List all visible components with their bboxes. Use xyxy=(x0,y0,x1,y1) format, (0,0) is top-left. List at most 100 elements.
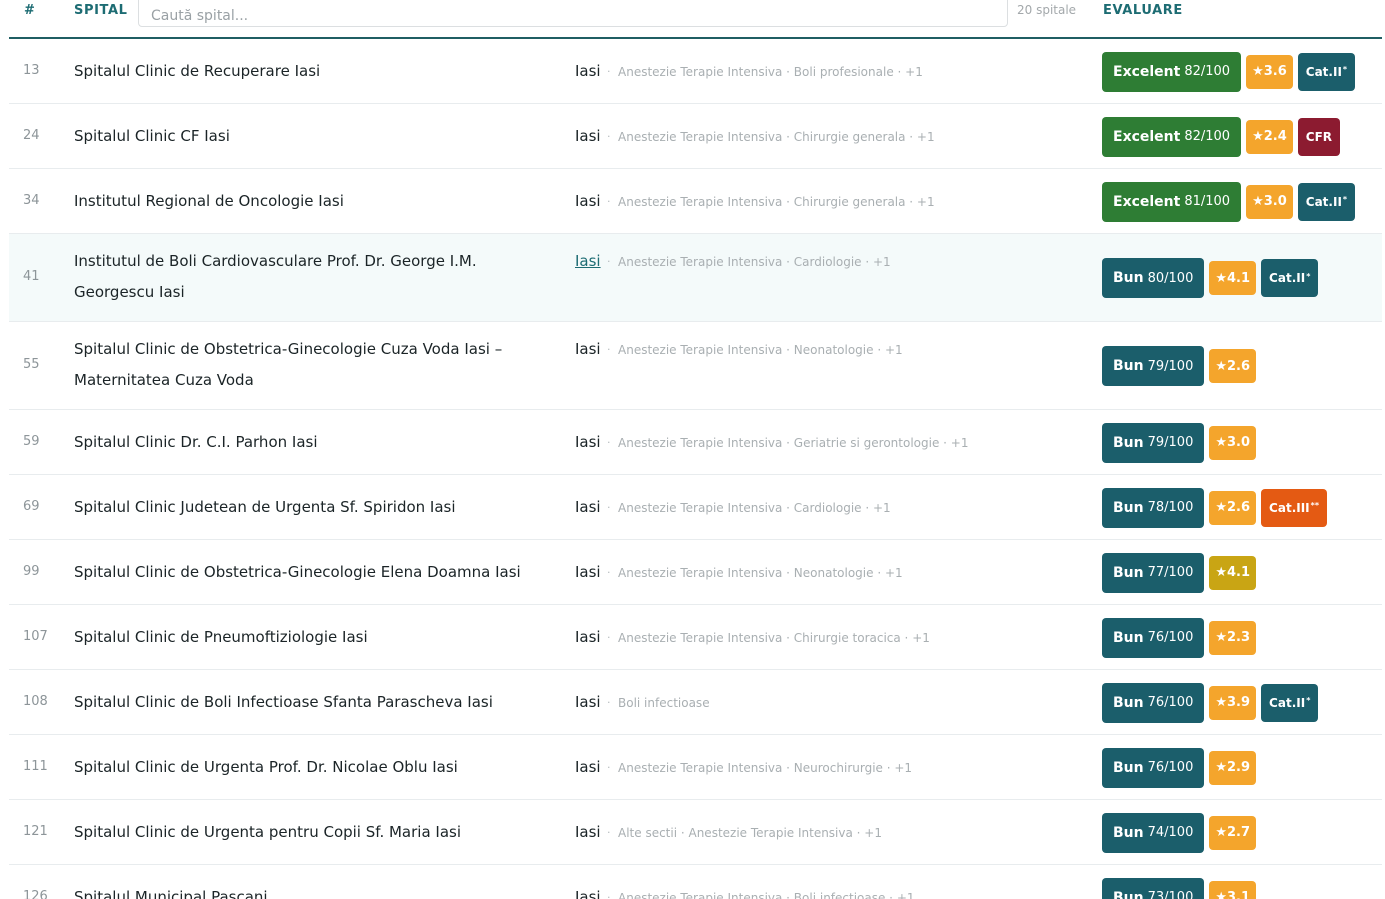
rating-badge: ★3.9 xyxy=(1209,685,1257,720)
separator-dot: · xyxy=(607,129,611,143)
score-badge[interactable]: Bun 80/100 xyxy=(1102,258,1205,298)
hospital-table: # SPITAL 20 spitale EVALUARE 13 Spitalul … xyxy=(9,0,1382,899)
score-value: 80/100 xyxy=(1147,270,1194,286)
category-label: Cat.II xyxy=(1305,194,1342,209)
category-label: Cat.III xyxy=(1269,500,1310,515)
separator-dot: · xyxy=(607,890,611,899)
hospital-city: Iasi xyxy=(575,627,601,646)
hospital-name[interactable]: Spitalul Clinic de Recuperare Iasi xyxy=(74,56,544,87)
category-badge: Cat.II * xyxy=(1297,182,1356,221)
rating-badge: ★4.1 xyxy=(1209,261,1257,295)
rating-badge: ★2.9 xyxy=(1209,750,1257,785)
table-row[interactable]: 69 Spitalul Clinic Judetean de Urgenta Sf… xyxy=(9,475,1382,540)
rating-badge: ★3.0 xyxy=(1209,425,1257,460)
column-header-spital[interactable]: SPITAL xyxy=(74,3,128,18)
score-label: Bun xyxy=(1113,824,1144,841)
score-badge[interactable]: Bun 79/100 xyxy=(1102,422,1205,463)
evaluation-badges: Excelent 82/100 ★3.6 Cat.II * xyxy=(1102,51,1356,93)
category-badge: Cat.II * xyxy=(1297,52,1356,91)
hospital-name[interactable]: Institutul de Boli Cardiovasculare Prof.… xyxy=(74,246,544,308)
score-value: 76/100 xyxy=(1147,760,1194,775)
rating-badge: ★4.1 xyxy=(1209,555,1257,590)
hospital-city: Iasi xyxy=(575,126,601,145)
score-badge[interactable]: Bun 76/100 xyxy=(1102,617,1205,658)
evaluation-badges: Bun 76/100 ★2.3 xyxy=(1102,617,1257,659)
table-row[interactable]: 107 Spitalul Clinic de Pneumoftiziologie … xyxy=(9,605,1382,670)
separator-dot: · xyxy=(607,64,611,78)
score-badge[interactable]: Excelent 82/100 xyxy=(1102,51,1242,92)
row-rank: 69 xyxy=(23,498,40,514)
table-row[interactable]: 24 Spitalul Clinic CF Iasi Iasi · Anestezie … xyxy=(9,104,1382,169)
hospital-name[interactable]: Spitalul Clinic de Boli Infectioase Sfan… xyxy=(74,687,544,718)
hospital-city: Iasi xyxy=(575,340,601,358)
hospital-name[interactable]: Institutul Regional de Oncologie Iasi xyxy=(74,186,544,217)
row-rank: 24 xyxy=(23,127,40,143)
specialties-list: Anestezie Terapie Intensiva · Boli infec… xyxy=(618,890,915,899)
specialties-list: Alte sectii · Anestezie Terapie Intensiv… xyxy=(618,825,882,840)
score-badge[interactable]: Bun 76/100 xyxy=(1102,682,1205,723)
hospital-city: Iasi xyxy=(575,887,601,899)
hospital-name[interactable]: Spitalul Municipal Pascani xyxy=(74,882,544,899)
evaluation-badges: Bun 77/100 ★4.1 xyxy=(1102,552,1257,594)
score-badge[interactable]: Bun 78/100 xyxy=(1102,487,1205,528)
table-row[interactable]: 111 Spitalul Clinic de Urgenta Prof. Dr. … xyxy=(9,735,1382,800)
score-badge[interactable]: Bun 74/100 xyxy=(1102,812,1205,853)
score-value: 82/100 xyxy=(1184,129,1231,144)
specialties-list: Anestezie Terapie Intensiva · Cardiologi… xyxy=(618,500,891,515)
hospital-city: Iasi xyxy=(575,757,601,776)
search-box[interactable] xyxy=(138,0,1008,28)
score-value: 77/100 xyxy=(1147,565,1194,580)
rating-badge: ★3.1 xyxy=(1209,880,1257,899)
score-badge[interactable]: Excelent 82/100 xyxy=(1102,116,1242,157)
separator-dot: · xyxy=(607,630,611,644)
score-badge[interactable]: Bun 79/100 xyxy=(1102,346,1205,386)
category-mark: * xyxy=(1306,696,1311,705)
row-rank: 111 xyxy=(23,758,48,774)
category-label: Cat.II xyxy=(1269,271,1306,285)
score-label: Bun xyxy=(1113,889,1144,899)
evaluation-badges: Bun 78/100 ★2.6 Cat.III ** xyxy=(1102,487,1328,529)
category-mark: * xyxy=(1342,65,1348,74)
row-rank: 99 xyxy=(23,563,40,579)
table-row[interactable]: 108 Spitalul Clinic de Boli Infectioase S… xyxy=(9,670,1382,735)
separator-dot: · xyxy=(607,695,611,709)
rating-badge: ★2.4 xyxy=(1246,119,1293,154)
score-badge[interactable]: Bun 73/100 xyxy=(1102,877,1205,899)
hospital-city: Iasi xyxy=(575,822,601,841)
table-row[interactable]: 99 Spitalul Clinic de Obstetrica-Ginecolo… xyxy=(9,540,1382,605)
hospital-name[interactable]: Spitalul Clinic de Obstetrica-Ginecologi… xyxy=(74,334,544,396)
score-badge[interactable]: Bun 76/100 xyxy=(1102,747,1205,788)
rating-badge: ★2.6 xyxy=(1209,349,1257,383)
table-row[interactable]: 121 Spitalul Clinic de Urgenta pentru Cop… xyxy=(9,800,1382,865)
row-rank: 121 xyxy=(23,823,48,839)
hospital-name[interactable]: Spitalul Clinic CF Iasi xyxy=(74,121,544,152)
separator-dot: · xyxy=(607,435,611,449)
score-badge[interactable]: Excelent 81/100 xyxy=(1102,181,1242,222)
score-value: 79/100 xyxy=(1147,435,1194,450)
table-header: # SPITAL 20 spitale EVALUARE xyxy=(9,0,1382,39)
table-row[interactable]: 13 Spitalul Clinic de Recuperare Iasi Iasi… xyxy=(9,39,1382,104)
table-row[interactable]: 55 Spitalul Clinic de Obstetrica-Ginecolo… xyxy=(9,322,1382,410)
category-mark: ** xyxy=(1310,501,1320,510)
score-value: 76/100 xyxy=(1147,630,1194,645)
column-header-evaluare[interactable]: EVALUARE xyxy=(1103,3,1183,18)
table-row[interactable]: 34 Institutul Regional de Oncologie Iasi I… xyxy=(9,169,1382,234)
score-label: Excelent xyxy=(1113,128,1181,145)
hospital-name[interactable]: Spitalul Clinic Dr. C.I. Parhon Iasi xyxy=(74,427,544,458)
hospital-city[interactable]: Iasi xyxy=(575,252,601,270)
hospital-name[interactable]: Spitalul Clinic de Urgenta Prof. Dr. Nic… xyxy=(74,752,544,783)
table-row[interactable]: 126 Spitalul Municipal Pascani Iasi · Aneste… xyxy=(9,865,1382,899)
hospital-name[interactable]: Spitalul Clinic Judetean de Urgenta Sf. … xyxy=(74,492,544,523)
score-badge[interactable]: Bun 77/100 xyxy=(1102,552,1205,593)
rating-badge: ★3.0 xyxy=(1246,184,1293,219)
hospital-name[interactable]: Spitalul Clinic de Pneumoftiziologie Ias… xyxy=(74,622,544,653)
hospital-name[interactable]: Spitalul Clinic de Obstetrica-Ginecologi… xyxy=(74,557,544,588)
search-input[interactable] xyxy=(149,4,993,28)
rating-badge: ★2.7 xyxy=(1209,815,1257,850)
table-row[interactable]: 59 Spitalul Clinic Dr. C.I. Parhon Iasi Ia… xyxy=(9,410,1382,475)
category-badge: CFR xyxy=(1297,117,1341,156)
hospital-name[interactable]: Spitalul Clinic de Urgenta pentru Copii … xyxy=(74,817,544,848)
rating-badge: ★3.6 xyxy=(1246,54,1293,89)
row-rank: 34 xyxy=(23,192,40,208)
table-row[interactable]: 41 Institutul de Boli Cardiovasculare Pro… xyxy=(9,234,1382,322)
